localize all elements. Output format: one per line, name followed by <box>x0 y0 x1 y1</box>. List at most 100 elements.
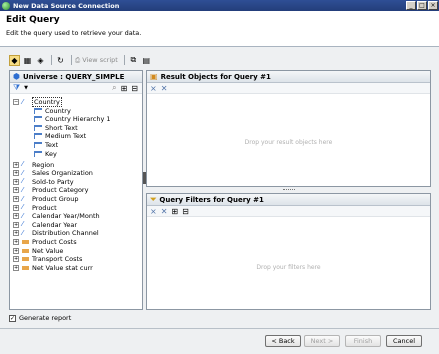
minimize-button[interactable]: _ <box>406 1 416 10</box>
filter-icon[interactable]: ⧩ <box>13 83 20 93</box>
attribute-icon <box>34 133 42 140</box>
tree-node[interactable]: + Product Costs <box>13 238 77 246</box>
expand-icon[interactable]: + <box>13 239 19 245</box>
query-toolbar: ◆ ▦ ◈ ↻ ⎙ View script ⧉ ▤ <box>9 53 431 67</box>
tree-node[interactable]: + ⁄ Product Category <box>13 186 88 194</box>
tree-node[interactable]: + Transport Costs <box>13 255 82 263</box>
tree-node[interactable]: + ⁄ Product <box>13 204 57 212</box>
tree-node-label: Calendar Year/Month <box>32 212 100 221</box>
attribute-icon <box>34 124 42 131</box>
result-objects-header: ▣ Result Objects for Query #1 <box>147 71 430 83</box>
tree-node[interactable]: + Net Value <box>13 247 63 255</box>
edit-filter-icon[interactable]: ⊟ <box>182 207 189 216</box>
tree-node-label: Net Value <box>32 246 64 255</box>
dimension-icon: ⁄ <box>22 228 24 237</box>
dimension-icon: ⁄ <box>22 168 24 177</box>
tree-node-label: Region <box>32 160 55 169</box>
view-script-label: View script <box>82 56 118 64</box>
tree-node[interactable]: Country Hierarchy 1 <box>34 115 111 123</box>
grid-icon[interactable]: ▦ <box>22 55 33 66</box>
collapse-icon[interactable]: − <box>13 99 19 105</box>
tree-node-label: Text <box>45 141 59 149</box>
back-button[interactable]: < Back <box>265 335 301 347</box>
dimension-icon: ⁄ <box>22 185 24 194</box>
tree-node[interactable]: + ⁄ Calendar Year <box>13 221 77 229</box>
maximize-button[interactable]: □ <box>417 1 427 10</box>
dimension-icon: ⁄ <box>22 203 24 212</box>
expand-icon[interactable]: + <box>13 161 19 168</box>
result-objects-toolbar: ⨯ ✕ <box>147 83 430 94</box>
tree-node-label: Product Costs <box>32 238 77 246</box>
tree-node-label: Country <box>45 106 71 115</box>
tree-node[interactable]: + ⁄ Sold-to Party <box>13 178 74 186</box>
properties-icon[interactable]: ▤ <box>141 55 152 66</box>
tree-node-label: Sold-to Party <box>32 177 74 186</box>
filter-funnel-icon: ⏷ <box>150 194 157 204</box>
tree-node-label: Country Hierarchy 1 <box>45 115 111 124</box>
tree-node[interactable]: + ⁄ Product Group <box>13 195 79 203</box>
horizontal-splitter[interactable] <box>283 189 295 191</box>
window-title: New Data Source Connection <box>13 1 120 10</box>
expand-icon[interactable]: + <box>13 256 19 263</box>
remove-icon[interactable]: ✕ <box>161 84 168 93</box>
expand-icon[interactable]: + <box>13 213 19 220</box>
measure-icon <box>22 257 29 262</box>
tree-node[interactable]: Medium Text <box>34 132 86 140</box>
footer-divider <box>0 328 439 329</box>
checkbox-box[interactable]: ✓ <box>9 314 16 322</box>
attribute-icon <box>34 150 42 157</box>
tree-node[interactable]: Country <box>34 107 71 115</box>
generate-report-checkbox[interactable]: ✓ Generate report <box>9 314 71 322</box>
tree-node[interactable]: + ⁄ Calendar Year/Month <box>13 212 100 220</box>
expand-icon[interactable]: + <box>13 247 19 254</box>
result-objects-hint: Drop your result objects here <box>244 139 333 146</box>
dimension-icon: ⁄ <box>22 220 24 229</box>
measure-icon <box>22 265 29 270</box>
remove-filter-icon[interactable]: ✕ <box>161 207 168 216</box>
query-filters-panel: ⏷ Query Filters for Query #1 ⨯ ✕ ⊞ ⊟ Dro… <box>146 193 431 310</box>
clear-filters-icon[interactable]: ⨯ <box>150 207 157 216</box>
tree-node[interactable]: + ⁄ Sales Organization <box>13 169 93 177</box>
tag-icon[interactable]: ◈ <box>35 55 46 66</box>
tree-node-label: Product Category <box>32 186 89 195</box>
toolbar-separator <box>71 55 72 65</box>
copy-icon[interactable]: ⧉ <box>128 55 139 66</box>
generate-report-label: Generate report <box>19 314 72 322</box>
expand-icon[interactable]: + <box>13 170 19 177</box>
expand-icon[interactable]: + <box>13 264 19 271</box>
result-objects-icon: ▣ <box>150 72 158 81</box>
close-button[interactable]: × <box>428 1 438 10</box>
tree-node-label: Country <box>32 97 62 107</box>
expand-icon[interactable]: + <box>13 204 19 211</box>
refresh-icon[interactable]: ↻ <box>55 55 66 66</box>
tree-node[interactable]: + Net Value stat curr <box>13 264 93 272</box>
tree-node-label: Short Text <box>45 123 78 132</box>
expand-all-icon[interactable]: ⊞ <box>121 84 128 93</box>
finish-button[interactable]: Finish <box>345 335 381 347</box>
chevron-down-icon[interactable]: ▼ <box>24 85 28 91</box>
query-panel-icon[interactable]: ◆ <box>9 54 20 66</box>
next-button[interactable]: Next > <box>304 335 340 347</box>
tree-node-label: Calendar Year <box>32 220 78 229</box>
add-filter-icon[interactable]: ⊞ <box>171 207 178 216</box>
tree-node[interactable]: Short Text <box>34 124 78 132</box>
tree-node[interactable]: + ⁄ Region <box>13 161 54 169</box>
expand-icon[interactable]: + <box>13 230 19 237</box>
tree-node[interactable]: − ⁄ Country <box>13 97 62 107</box>
search-icon[interactable]: ⌕ <box>112 83 116 93</box>
expand-icon[interactable]: + <box>13 196 19 202</box>
expand-icon[interactable]: + <box>13 221 19 228</box>
view-script-button[interactable]: ⎙ View script <box>75 56 118 65</box>
tree-node[interactable]: Key <box>34 150 57 158</box>
expand-icon[interactable]: + <box>13 178 19 185</box>
tree-node[interactable]: + ⁄ Distribution Channel <box>13 229 99 237</box>
cancel-button[interactable]: Cancel <box>386 335 422 347</box>
attribute-icon <box>34 107 42 114</box>
tree-node-label: Distribution Channel <box>32 229 99 238</box>
tree-node-label: Transport Costs <box>32 255 83 264</box>
expand-icon[interactable]: + <box>13 187 19 194</box>
clear-icon[interactable]: ⨯ <box>150 84 157 93</box>
collapse-all-icon[interactable]: ⊟ <box>131 84 138 93</box>
universe-title: Universe : QUERY_SIMPLE <box>22 72 125 81</box>
tree-node[interactable]: Text <box>34 141 58 149</box>
